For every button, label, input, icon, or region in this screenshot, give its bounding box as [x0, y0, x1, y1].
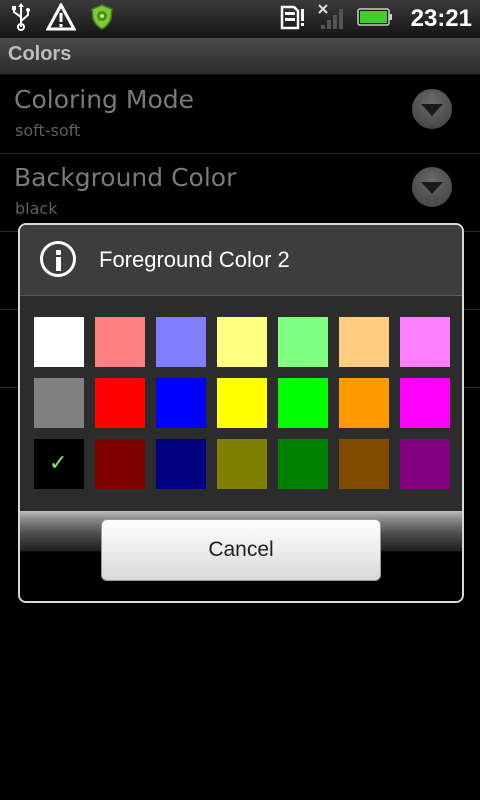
sd-card-icon — [279, 4, 305, 34]
chevron-down-icon[interactable] — [412, 167, 452, 207]
battery-icon — [356, 6, 393, 32]
color-swatch[interactable] — [400, 317, 450, 367]
clock: 23:21 — [410, 5, 472, 32]
checkmark-icon: ✓ — [49, 451, 68, 476]
color-swatch[interactable] — [34, 378, 84, 428]
color-swatch[interactable] — [339, 317, 389, 367]
color-swatch[interactable] — [339, 378, 389, 428]
info-icon — [40, 241, 76, 277]
color-swatch[interactable] — [217, 439, 267, 489]
pref-summary: soft-soft — [15, 121, 81, 140]
status-bar: 23:21 — [0, 0, 480, 38]
color-swatch[interactable] — [217, 317, 267, 367]
pref-title: Background Color — [14, 163, 237, 192]
color-swatch[interactable] — [34, 317, 84, 367]
no-signal-icon — [317, 3, 345, 35]
pref-title: Coloring Mode — [14, 85, 194, 114]
color-swatch-grid: ✓ — [34, 317, 450, 489]
color-swatch[interactable] — [156, 378, 206, 428]
color-swatch[interactable] — [156, 317, 206, 367]
color-swatch[interactable] — [278, 378, 328, 428]
color-swatch[interactable] — [400, 439, 450, 489]
color-picker-dialog: Foreground Color 2 ✓ Cancel — [18, 223, 464, 603]
color-swatch[interactable]: ✓ — [34, 439, 84, 489]
color-swatch[interactable] — [95, 439, 145, 489]
usb-icon — [10, 3, 32, 35]
color-swatch[interactable] — [95, 378, 145, 428]
chevron-down-icon[interactable] — [412, 89, 452, 129]
color-swatch[interactable] — [217, 378, 267, 428]
color-swatch[interactable] — [278, 317, 328, 367]
color-swatch[interactable] — [95, 317, 145, 367]
dialog-title: Foreground Color 2 — [99, 247, 290, 272]
dialog-header: Foreground Color 2 — [20, 225, 462, 296]
color-swatch[interactable] — [400, 378, 450, 428]
app-title: Colors — [8, 43, 72, 65]
warning-icon — [45, 1, 77, 35]
pref-coloring-mode[interactable]: Coloring Mode soft-soft — [0, 75, 480, 154]
dialog-footer: Cancel — [20, 511, 462, 601]
color-swatch[interactable] — [156, 439, 206, 489]
pref-background-color[interactable]: Background Color black — [0, 153, 480, 232]
cancel-button[interactable]: Cancel — [101, 519, 381, 581]
pref-summary: black — [15, 199, 58, 218]
color-swatch[interactable] — [278, 439, 328, 489]
app-titlebar: Colors — [0, 38, 480, 75]
shield-icon — [90, 4, 114, 34]
color-swatch[interactable] — [339, 439, 389, 489]
